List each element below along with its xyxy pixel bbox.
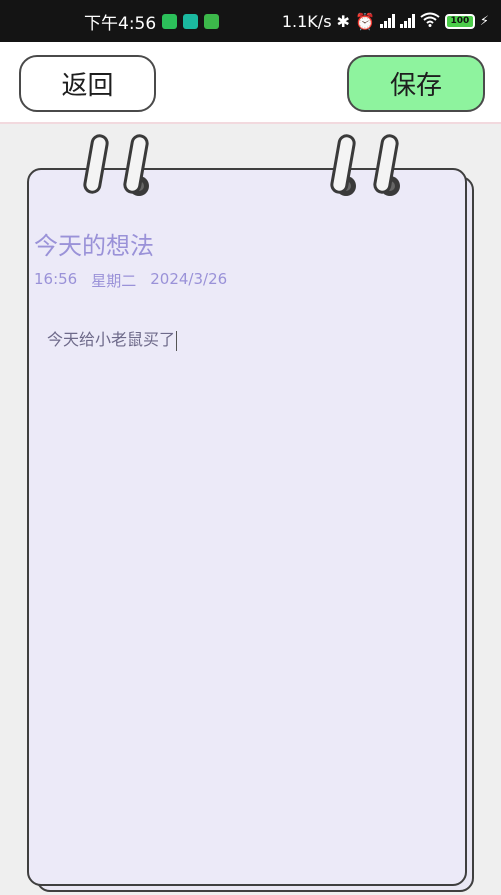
top-toolbar: 返回 保存 (0, 42, 501, 124)
note-content-input[interactable]: 今天给小老鼠买了 (47, 326, 447, 351)
signal-icon (399, 14, 415, 28)
battery-icon: 100 (444, 13, 475, 29)
network-speed: 1.1K/s (281, 11, 332, 31)
status-time: 下午4:56 (84, 13, 157, 34)
bluetooth-icon: ✱ (336, 11, 350, 31)
back-button[interactable]: 返回 (19, 55, 156, 112)
note-content-text: 今天给小老鼠买了 (47, 330, 176, 349)
charging-icon: ⚡ (479, 13, 489, 29)
save-button[interactable]: 保存 (347, 55, 485, 112)
note-weekday: 星期二 (91, 272, 137, 290)
status-bar: 下午4:56 1.1K/s ✱ ⏰ 100 ⚡ (0, 0, 501, 42)
status-left: 下午4:56 (84, 0, 220, 42)
save-button-label: 保存 (389, 71, 442, 101)
wifi-icon (420, 12, 440, 31)
wechat-icon (162, 13, 178, 29)
text-cursor (176, 330, 178, 351)
alarm-icon: ⏰ (354, 11, 375, 31)
note-meta: 16:56 星期二 2024/3/26 (34, 270, 227, 291)
app-notification-icon (183, 13, 199, 29)
note-time: 16:56 (34, 270, 78, 288)
notebook: 今天的想法 16:56 星期二 2024/3/26 今天给小老鼠买了 (0, 126, 501, 895)
note-title[interactable]: 今天的想法 (34, 226, 154, 261)
status-right: 1.1K/s ✱ ⏰ 100 ⚡ (282, 0, 489, 42)
app-notification-icon (204, 13, 220, 29)
note-date: 2024/3/26 (150, 270, 228, 288)
signal-icon (379, 14, 395, 28)
back-button-label: 返回 (61, 71, 114, 101)
battery-level: 100 (450, 16, 470, 26)
